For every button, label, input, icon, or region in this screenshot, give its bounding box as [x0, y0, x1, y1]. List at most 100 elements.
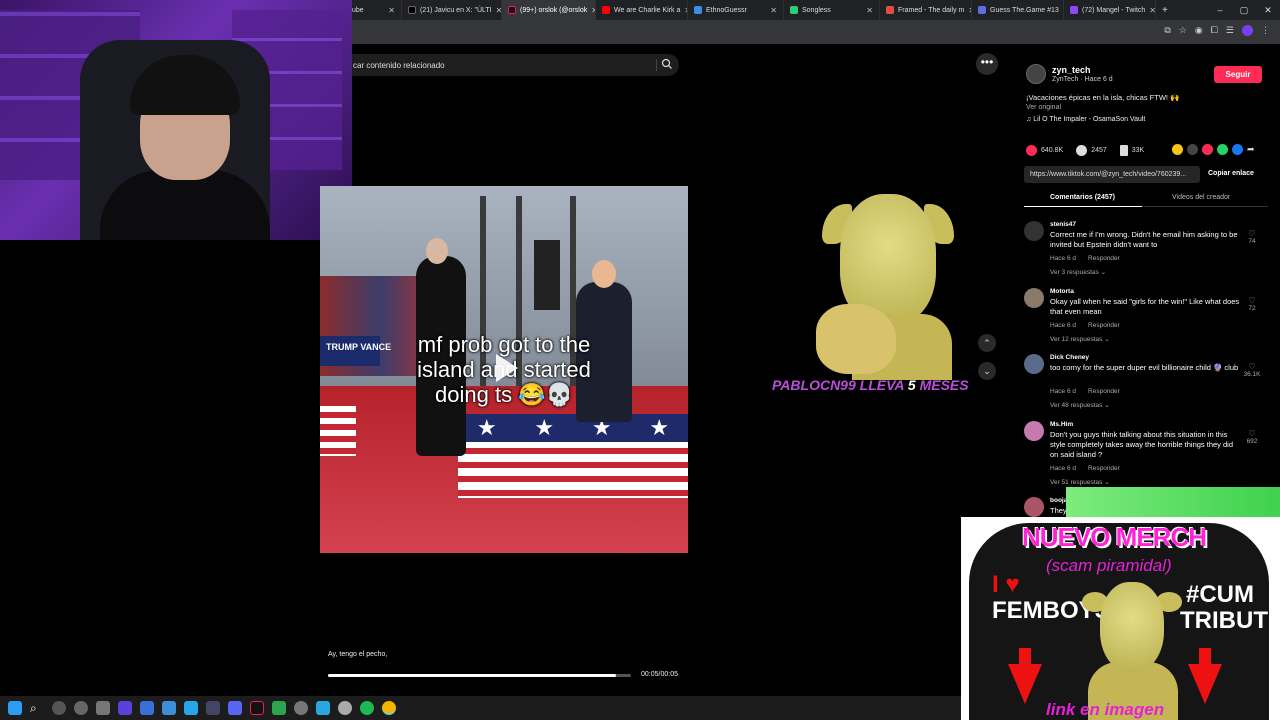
view-replies-link[interactable]: Ver 3 respuestas ⌄ [1050, 268, 1106, 276]
tab-twitch-mangel[interactable]: (72) Mangel - Twitch ✕ [1064, 0, 1156, 20]
facebook-icon[interactable] [1232, 144, 1243, 155]
tab-title: EthnoGuessr [706, 6, 747, 14]
tab-guess-the-game[interactable]: Guess The.Game #13 ✕ [972, 0, 1064, 20]
more-options-button[interactable]: ••• [976, 53, 998, 75]
view-replies-link[interactable]: Ver 12 respuestas ⌄ [1050, 335, 1110, 343]
view-replies-link[interactable]: Ver 48 respuestas ⌄ [1050, 401, 1110, 409]
like-button[interactable]: 640.8K [1026, 144, 1064, 156]
comment-like[interactable]: ♡ 692 [1240, 429, 1264, 445]
extensions-puzzle-icon[interactable]: ⧠ [1211, 25, 1218, 36]
search-bar[interactable]: car contenido relacionado [352, 54, 679, 76]
profile-avatar[interactable] [1242, 25, 1253, 36]
bookmark-icon [1119, 144, 1128, 156]
maximize-button[interactable]: ▢ [1232, 0, 1256, 20]
reply-button[interactable]: Responder [1088, 388, 1120, 395]
tiktok-icon[interactable] [250, 701, 264, 715]
reply-button[interactable]: Responder [1088, 465, 1120, 472]
tab-songless[interactable]: Songless ✕ [784, 0, 880, 20]
commenter-name[interactable]: Dick Cheney [1050, 354, 1089, 361]
app-icon[interactable] [272, 701, 286, 715]
tab-x-javicu[interactable]: (21) Javicu en X: "ÚLTI ✕ [402, 0, 502, 20]
extension-icon[interactable]: ◉ [1195, 25, 1203, 36]
app-icon[interactable] [206, 701, 220, 715]
video-time: 00:05/00:05 [641, 671, 678, 678]
next-video-button[interactable]: ⌄ [978, 362, 996, 380]
close-window-button[interactable]: ✕ [1256, 0, 1280, 20]
commenter-name[interactable]: stenis47 [1050, 221, 1076, 228]
close-icon[interactable]: ✕ [866, 6, 873, 15]
telegram-icon[interactable] [184, 701, 198, 715]
save-button[interactable]: 33K [1119, 144, 1144, 156]
video-link-field[interactable]: https://www.tiktok.com/@zyn_tech/video/7… [1024, 166, 1200, 183]
close-icon[interactable]: ✕ [1149, 6, 1155, 15]
tab-title: We are Charlie Kirk a [614, 6, 681, 14]
app-icon[interactable] [52, 701, 66, 715]
app-icon[interactable] [338, 701, 352, 715]
vivaldi-icon[interactable] [118, 701, 132, 715]
tab-ethnoguessr[interactable]: EthnoGuessr ✕ [688, 0, 784, 20]
commenter-name[interactable]: booja [1050, 497, 1067, 504]
creator-avatar[interactable] [1026, 64, 1046, 84]
bookmarks-icon[interactable]: ☰ [1226, 25, 1234, 36]
previous-video-button[interactable]: ⌃ [978, 334, 996, 352]
app-icon[interactable] [162, 701, 176, 715]
install-icon[interactable]: ⧉ [1164, 25, 1170, 36]
commenter-avatar[interactable] [1024, 288, 1044, 308]
app-icon[interactable] [96, 701, 110, 715]
heart-icon [1026, 144, 1037, 156]
search-icon[interactable]: ⌕ [30, 701, 44, 715]
video-player[interactable]: TRUMP VANCE ★ ★ ★ ★ mf prob got to the isla… [320, 186, 688, 553]
commenter-name[interactable]: Motorta [1050, 288, 1074, 295]
comment-like[interactable]: ♡ 36.1K [1240, 362, 1264, 378]
discord-icon[interactable] [228, 701, 242, 715]
spotify-icon[interactable] [360, 701, 374, 715]
tab-creator-videos[interactable]: Videos del creador [1172, 194, 1230, 201]
tab-comments[interactable]: Comentarios (2457) [1050, 194, 1115, 201]
chrome-icon[interactable] [382, 701, 396, 715]
see-original-link[interactable]: Ver original [1026, 104, 1061, 111]
play-icon[interactable] [496, 354, 518, 382]
guessthegame-favicon-icon [978, 6, 986, 14]
view-replies-link[interactable]: Ver 51 respuestas ⌄ [1050, 478, 1110, 486]
commenter-avatar[interactable] [1024, 221, 1044, 241]
emoji-share-icon[interactable] [1172, 144, 1183, 155]
follow-button[interactable]: Seguir [1214, 66, 1262, 83]
copy-link-button[interactable]: Copiar enlace [1208, 170, 1254, 177]
music-link[interactable]: ♫ Lil O The Impaler - OsamaSon Vault [1026, 116, 1145, 123]
comment-like[interactable]: ♡ 72 [1240, 296, 1264, 312]
search-icon[interactable] [661, 58, 673, 70]
commenter-avatar[interactable] [1024, 354, 1044, 374]
commenter-name[interactable]: Ms.Him [1050, 421, 1073, 428]
new-tab-button[interactable]: + [1156, 5, 1168, 16]
reply-button[interactable]: Responder [1088, 255, 1120, 262]
close-icon[interactable]: ✕ [388, 6, 395, 15]
minimize-button[interactable]: – [1208, 0, 1232, 20]
menu-icon[interactable]: ⋮ [1261, 25, 1270, 36]
commenter-avatar[interactable] [1024, 497, 1044, 517]
send-icon[interactable] [1202, 144, 1213, 155]
app-icon[interactable] [74, 701, 88, 715]
tab-tiktok-orslok[interactable]: (99+) orslok (@orslok ✕ [502, 0, 596, 20]
app-icon[interactable] [140, 701, 154, 715]
creator-name[interactable]: zyn_tech [1052, 65, 1091, 75]
embed-icon[interactable] [1187, 144, 1198, 155]
app-icon[interactable] [294, 701, 308, 715]
red-arrow-icon [1008, 664, 1042, 704]
tab-charlie-kirk[interactable]: We are Charlie Kirk a ✕ [596, 0, 688, 20]
reply-button[interactable]: Responder [1088, 322, 1120, 329]
comment-like[interactable]: ♡ 74 [1240, 229, 1264, 245]
search-input[interactable]: car contenido relacionado [353, 61, 445, 70]
commenter-avatar[interactable] [1024, 421, 1044, 441]
share-arrow-icon[interactable]: ➦ [1247, 144, 1258, 155]
like-count: 640.8K [1041, 146, 1064, 154]
bookmark-star-icon[interactable]: ☆ [1179, 25, 1187, 36]
framed-favicon-icon [886, 6, 894, 14]
comment-button[interactable]: 2457 [1076, 144, 1107, 156]
tab-framed[interactable]: Framed - The daily m ✕ [880, 0, 972, 20]
video-progress-bar[interactable] [328, 674, 631, 677]
whatsapp-icon[interactable] [1217, 144, 1228, 155]
windows-start-icon[interactable] [8, 701, 22, 715]
close-icon[interactable]: ✕ [770, 6, 777, 15]
app-icon[interactable] [316, 701, 330, 715]
flag-stars: ★ ★ ★ ★ [458, 414, 688, 442]
